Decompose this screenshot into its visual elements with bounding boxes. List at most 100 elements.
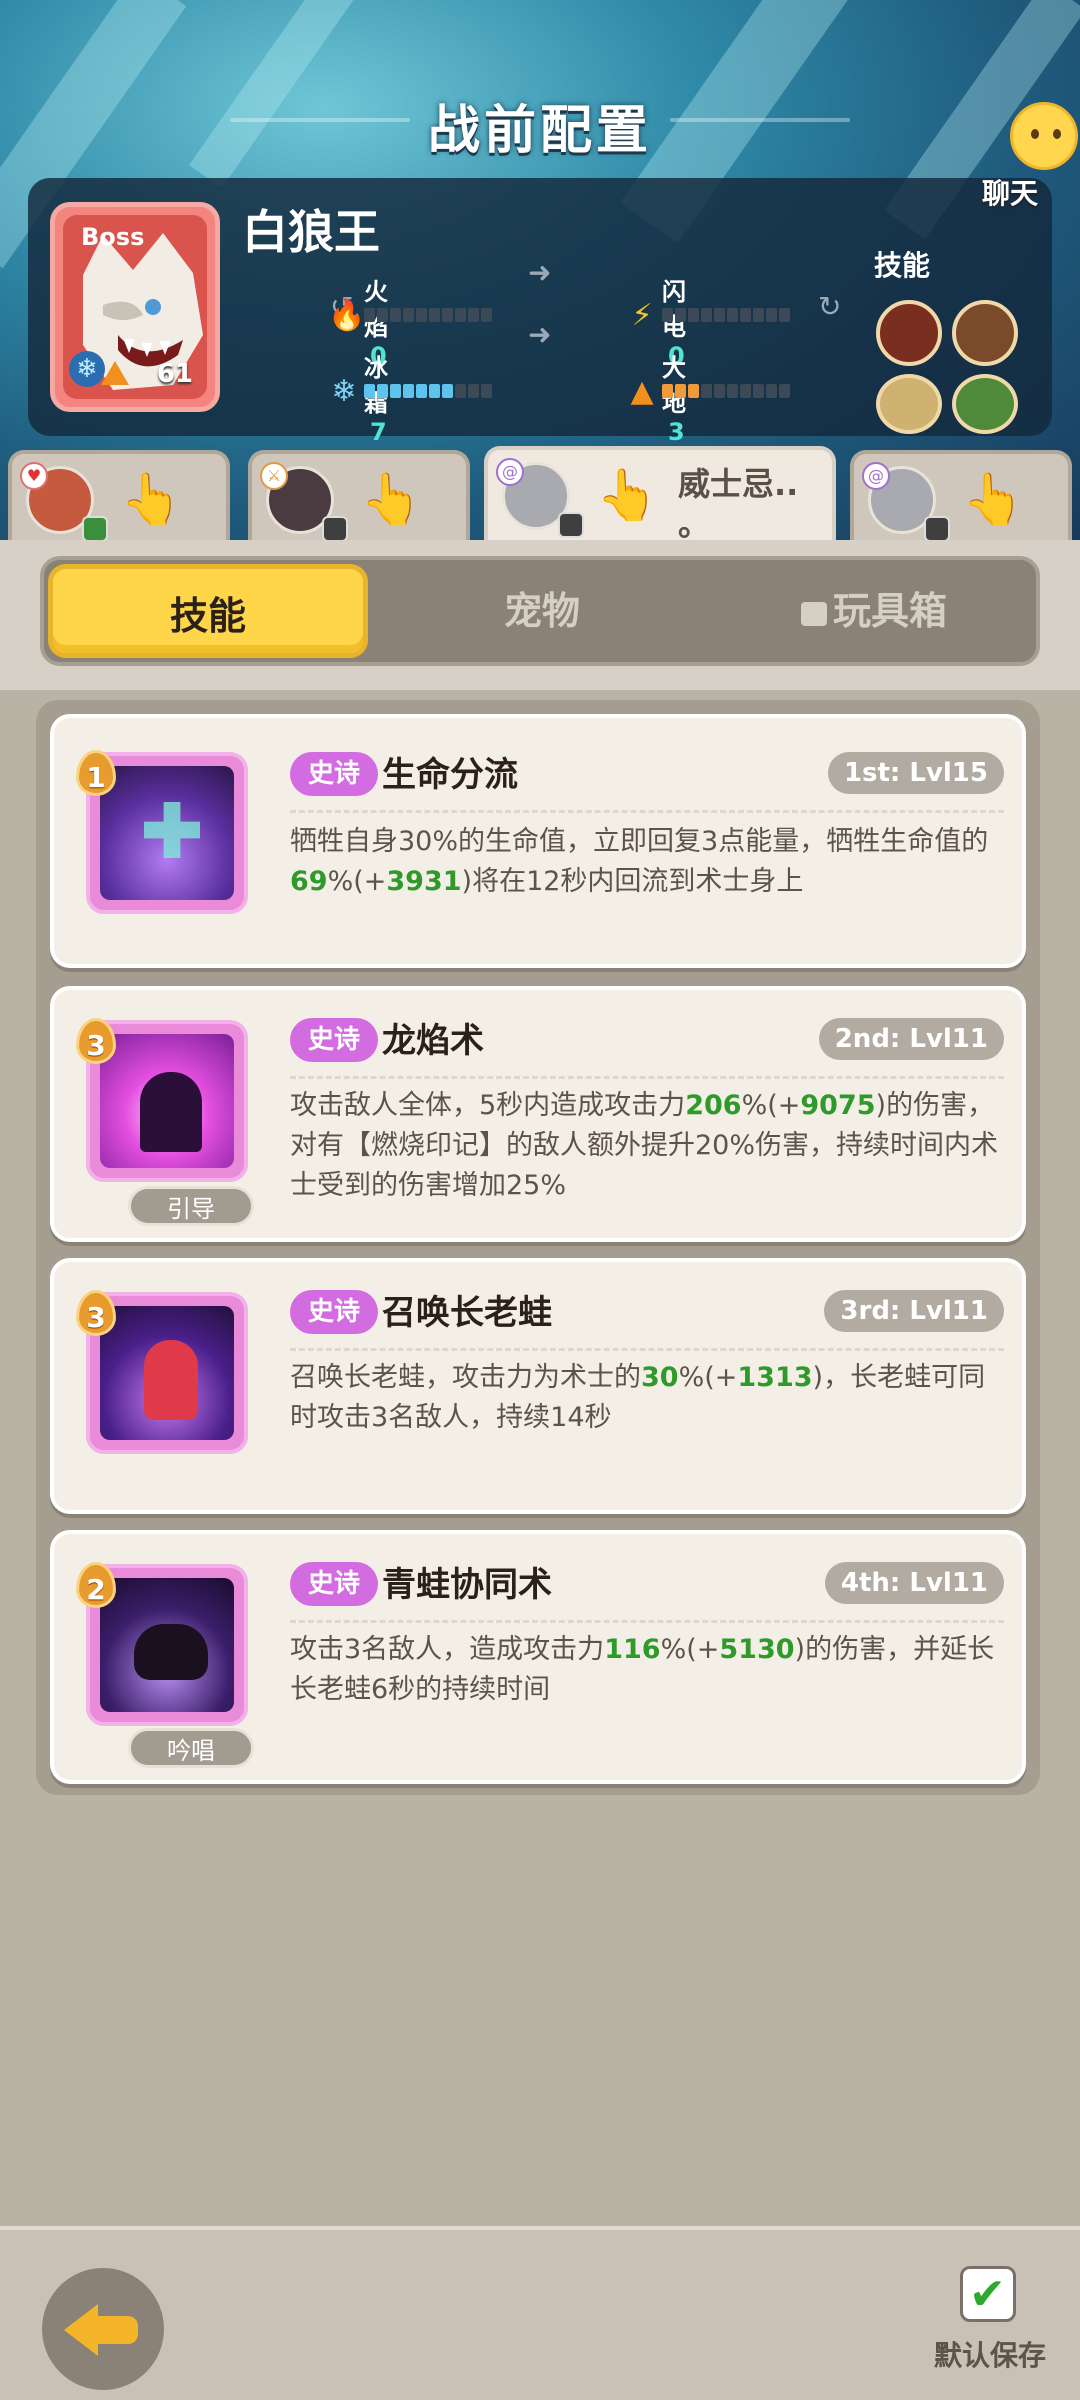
skill-name: 龙焰术 bbox=[382, 1021, 484, 1061]
hero-name: 威士忌.. 。 bbox=[678, 465, 799, 543]
tap-hand-icon: 👆 bbox=[360, 470, 423, 528]
hero-tab-1[interactable]: ♥ 👆 bbox=[8, 450, 230, 542]
skill-card[interactable]: 3 引导 史诗 龙焰术 2nd: Lvl11 攻击敌人全体，5秒内造成攻击力20… bbox=[50, 986, 1026, 1242]
default-save-label: 默认保存 bbox=[934, 2339, 1047, 2372]
tab-pets[interactable]: 宠物 bbox=[382, 564, 702, 658]
chat-button[interactable]: 聊天 bbox=[982, 102, 1080, 232]
frost-icon: ❄ bbox=[331, 374, 357, 409]
cycle-arrow-bottom-icon: ➜ bbox=[528, 318, 552, 351]
earth-value: 3 bbox=[668, 418, 685, 446]
meter-segment bbox=[701, 384, 712, 398]
meter-segment bbox=[390, 384, 401, 398]
meter-segment bbox=[701, 308, 712, 322]
meter-segment bbox=[455, 308, 466, 322]
tab-toybox[interactable]: 玩具箱 bbox=[714, 564, 1034, 658]
bottom-bar: ✔ 默认保存 bbox=[0, 2226, 1080, 2400]
cycle-arrow-right-icon: ↻ bbox=[818, 290, 842, 323]
meter-segment bbox=[779, 308, 790, 322]
meter-segment bbox=[662, 308, 673, 322]
fire-icon: 🔥 bbox=[328, 298, 366, 333]
rarity-badge: 史诗 bbox=[290, 1290, 379, 1334]
category-tabs: 技能 宠物 玩具箱 bbox=[40, 556, 1040, 666]
hero-class-icon bbox=[558, 512, 584, 538]
back-arrow-icon bbox=[64, 2304, 98, 2356]
meter-segment bbox=[714, 308, 725, 322]
skill-tag: 引导 bbox=[128, 1186, 254, 1226]
checkmark-icon: ✔ bbox=[969, 2269, 1006, 2320]
meter-segment bbox=[779, 384, 790, 398]
boss-skill-icon-3[interactable] bbox=[876, 374, 942, 434]
tap-hand-icon: 👆 bbox=[596, 466, 659, 524]
meter-segment bbox=[364, 384, 375, 398]
rarity-badge: 史诗 bbox=[290, 1018, 379, 1062]
meter-segment bbox=[429, 308, 440, 322]
meter-segment bbox=[753, 384, 764, 398]
skill-description: 攻击3名敌人，造成攻击力116%(+5130)的伤害，并延长长老蛙6秒的持续时间 bbox=[290, 1634, 995, 1705]
boss-skill-icon-2[interactable] bbox=[952, 300, 1018, 366]
meter-segment bbox=[675, 384, 686, 398]
skill-cost-badge: 2 bbox=[76, 1562, 116, 1608]
meter-segment bbox=[662, 384, 673, 398]
skill-slot-level: 4th: Lvl11 bbox=[824, 1562, 1004, 1604]
skill-tag: 吟唱 bbox=[128, 1728, 254, 1768]
boss-skill-icon-1[interactable] bbox=[876, 300, 942, 366]
hero-tab-2[interactable]: ⚔ 👆 bbox=[248, 450, 470, 542]
lightning-icon: ⚡ bbox=[631, 298, 653, 333]
skill-description: 攻击敌人全体，5秒内造成攻击力206%(+9075)的伤害，对有【燃烧印记】的敌… bbox=[290, 1090, 999, 1201]
meter-segment bbox=[468, 308, 479, 322]
hero-tab-3[interactable]: @ 👆 威士忌.. 。 bbox=[484, 446, 836, 546]
earth-bar bbox=[662, 384, 790, 398]
default-save-checkbox[interactable]: ✔ bbox=[960, 2266, 1016, 2322]
skill-card[interactable]: 2 吟唱 史诗 青蛙协同术 4th: Lvl11 攻击3名敌人，造成攻击力116… bbox=[50, 1530, 1026, 1784]
tap-hand-icon: 👆 bbox=[962, 470, 1025, 528]
tab-toybox-label: 玩具箱 bbox=[832, 589, 947, 633]
lock-icon bbox=[800, 602, 827, 626]
meter-segment bbox=[753, 308, 764, 322]
skill-slot-level: 2nd: Lvl11 bbox=[818, 1018, 1004, 1060]
rarity-badge: 史诗 bbox=[290, 1562, 379, 1606]
page-title: 战前配置 bbox=[427, 101, 652, 161]
heart-icon: ♥ bbox=[20, 462, 48, 490]
skill-card[interactable]: 3 史诗 召唤长老蛙 3rd: Lvl11 召唤长老蛙，攻击力为术士的30%(+… bbox=[50, 1258, 1026, 1514]
fire-bar bbox=[364, 308, 492, 322]
skill-list: 1 史诗 生命分流 1st: Lvl15 牺牲自身30%的生命值，立即回复3点能… bbox=[36, 700, 1040, 1795]
chat-label: 聊天 bbox=[982, 177, 1039, 210]
hero-class-icon bbox=[924, 516, 950, 542]
skill-card[interactable]: 1 史诗 生命分流 1st: Lvl15 牺牲自身30%的生命值，立即回复3点能… bbox=[50, 714, 1026, 968]
earth-icon: ▲ bbox=[630, 374, 654, 409]
meter-segment bbox=[416, 384, 427, 398]
hero-tab-4[interactable]: @ 👆 bbox=[850, 450, 1072, 542]
rarity-badge: 史诗 bbox=[290, 752, 379, 796]
frost-value: 7 bbox=[370, 418, 387, 446]
meter-segment bbox=[714, 384, 725, 398]
cycle-arrow-top-icon: ➜ bbox=[528, 256, 552, 289]
meter-segment bbox=[468, 384, 479, 398]
hero-class-icon bbox=[82, 516, 108, 542]
sword-icon: ⚔ bbox=[260, 462, 288, 490]
boss-level: 61 bbox=[156, 359, 193, 389]
meter-segment bbox=[377, 308, 388, 322]
tap-hand-icon: 👆 bbox=[120, 470, 183, 528]
meter-segment bbox=[688, 384, 699, 398]
meter-segment bbox=[442, 308, 453, 322]
back-button[interactable] bbox=[42, 2268, 164, 2390]
earth-badge-icon bbox=[101, 361, 129, 385]
meter-segment bbox=[481, 384, 492, 398]
meter-segment bbox=[416, 308, 427, 322]
emoji-face-icon bbox=[1010, 102, 1078, 170]
meter-segment bbox=[403, 308, 414, 322]
meter-segment bbox=[740, 384, 751, 398]
skill-cost-badge: 3 bbox=[76, 1018, 116, 1064]
boss-portrait[interactable]: Boss ❄ 61 bbox=[50, 202, 220, 412]
meter-segment bbox=[481, 308, 492, 322]
skill-slot-level: 3rd: Lvl11 bbox=[824, 1290, 1004, 1332]
lightning-bar bbox=[662, 308, 790, 322]
skill-name: 生命分流 bbox=[382, 755, 518, 795]
skill-description: 召唤长老蛙，攻击力为术士的30%(+1313)，长老蛙可同时攻击3名敌人，持续1… bbox=[290, 1362, 986, 1433]
tab-skills[interactable]: 技能 bbox=[48, 564, 368, 658]
meter-segment bbox=[727, 308, 738, 322]
hero-class-icon bbox=[322, 516, 348, 542]
boss-skill-icon-4[interactable] bbox=[952, 374, 1018, 434]
boss-name: 白狼王 bbox=[242, 205, 380, 259]
boss-skills-label: 技能 bbox=[874, 249, 931, 282]
